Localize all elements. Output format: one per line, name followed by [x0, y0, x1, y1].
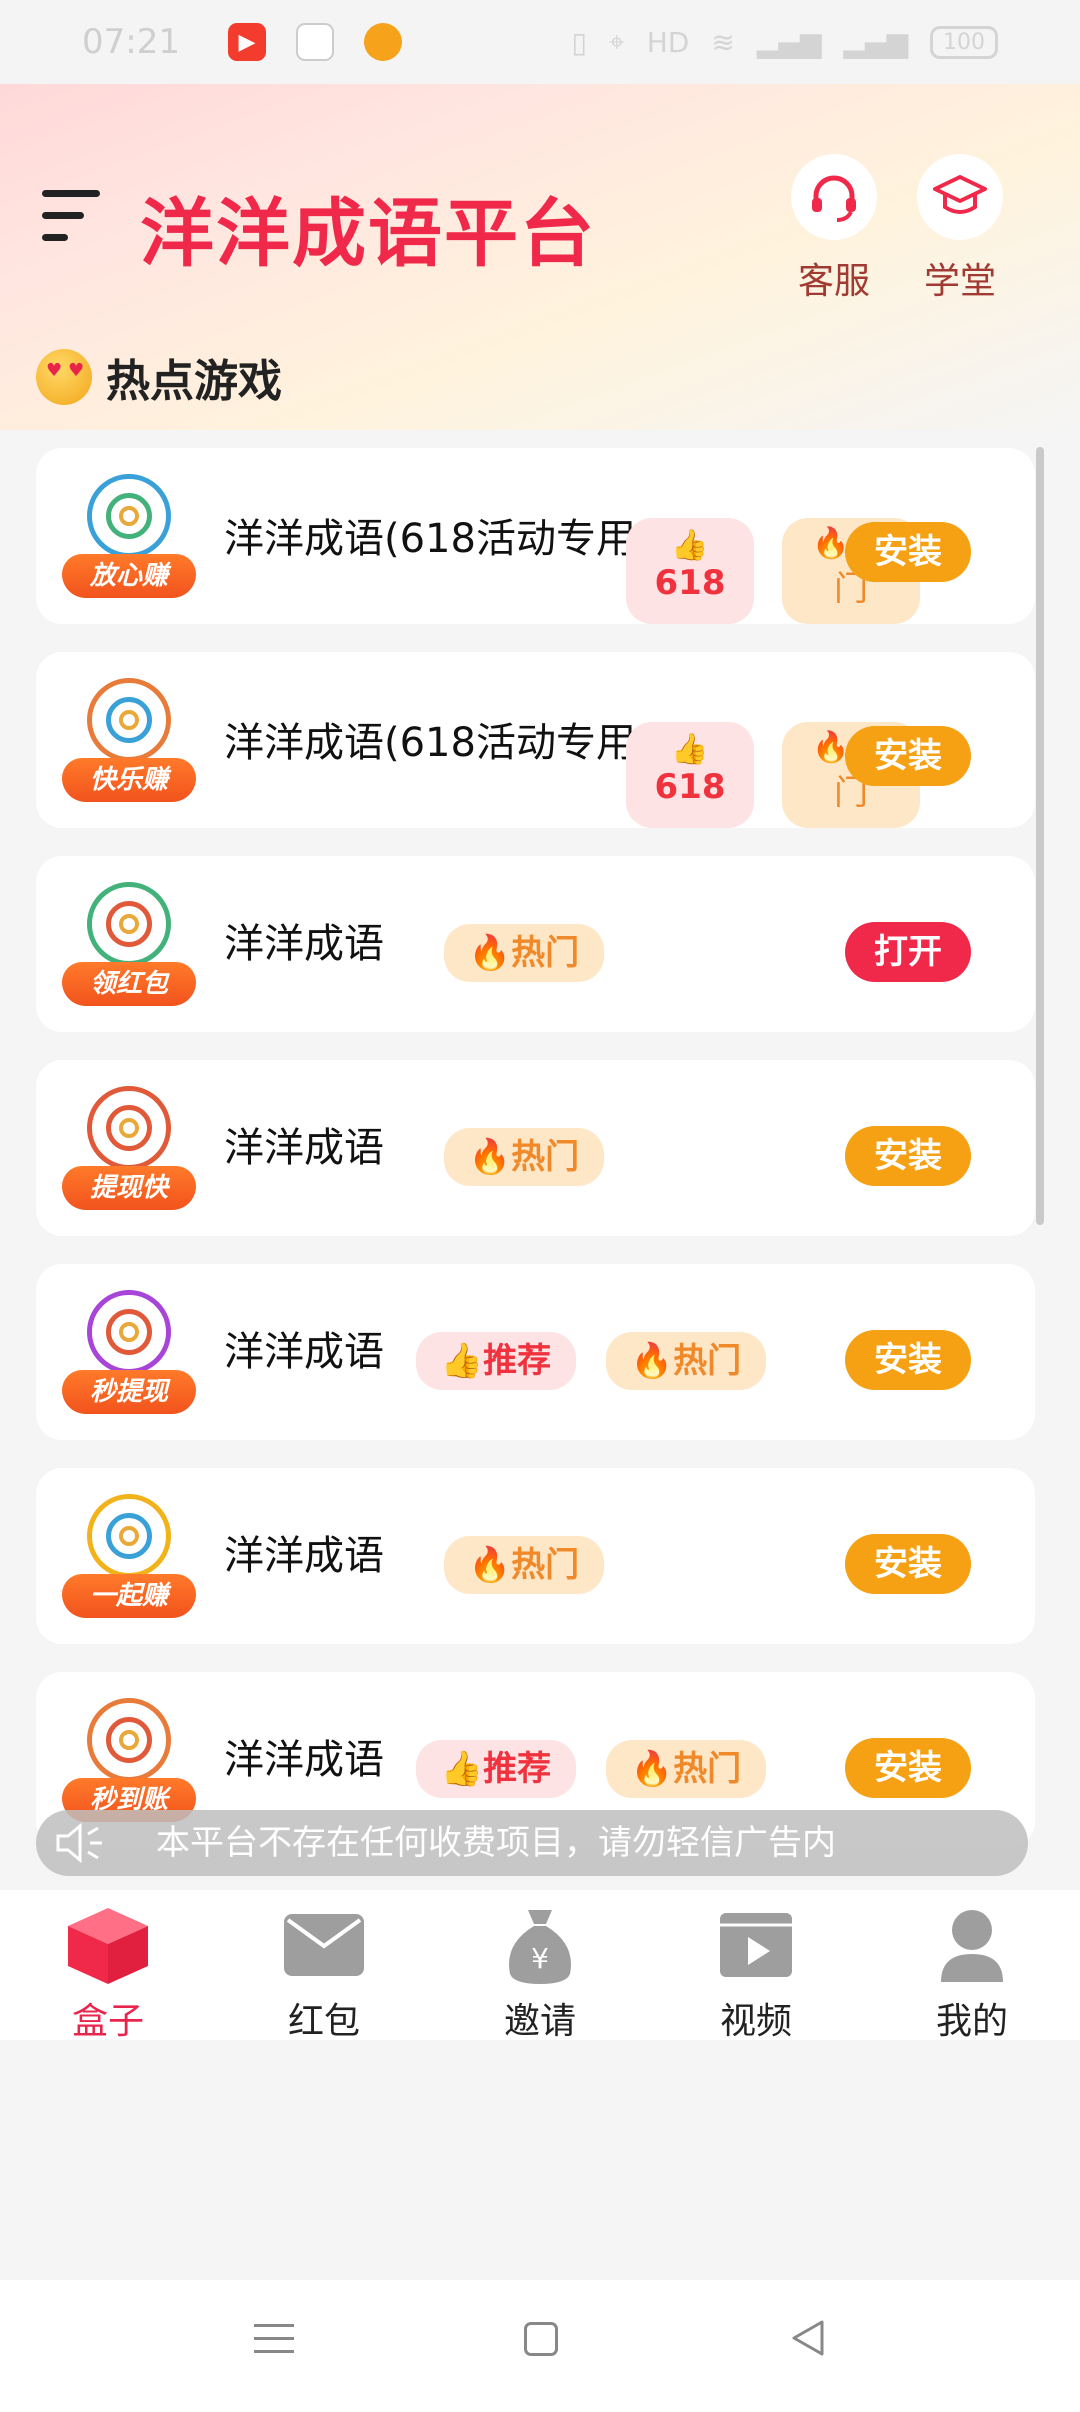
game-logo-tag: 秒提现 [62, 1370, 196, 1414]
fire-icon: 🔥 [630, 1341, 674, 1381]
hot-badge: 🔥热门 [606, 1332, 766, 1390]
game-logo: 快乐赚 [62, 678, 196, 812]
game-logo-tag: 放心赚 [62, 554, 196, 598]
fire-icon: 🔥 [468, 933, 512, 973]
tab-label: 红包 [287, 2001, 360, 2042]
vibrate-icon: ▯ [571, 25, 587, 59]
tab-mine[interactable]: 我的 [864, 1890, 1080, 2042]
install-button[interactable]: 安装 [845, 1534, 971, 1594]
app-title: 洋洋成语平台 [140, 191, 596, 277]
like-618-badge: 👍 618 [626, 722, 754, 828]
install-button[interactable]: 安装 [845, 522, 971, 582]
game-card[interactable]: 一起赚 洋洋成语 🔥热门 安装 [36, 1468, 1035, 1644]
list-scrollbar[interactable] [1036, 447, 1044, 1225]
system-nav-bar [0, 2280, 1080, 2412]
bottom-tab-bar: 盒子 红包 ¥ 邀请 视频 我的 [0, 1890, 1080, 2042]
game-logo: 一起赚 [62, 1494, 196, 1628]
home-square-icon[interactable] [524, 2322, 558, 2356]
notice-text: 本平台不存在任何收费项目，请勿轻信广告内 [156, 1823, 836, 1863]
game-card[interactable]: 提现快 洋洋成语 🔥热门 安装 [36, 1060, 1035, 1236]
top-bar: 洋洋成语平台 客服 学堂 [0, 140, 1080, 310]
game-name: 洋洋成语 [224, 1125, 384, 1171]
install-button[interactable]: 安装 [845, 726, 971, 786]
game-logo: 秒提现 [62, 1290, 196, 1424]
tab-red-packet[interactable]: 红包 [216, 1890, 432, 2042]
svg-text:¥: ¥ [531, 1942, 549, 1975]
tab-label: 邀请 [503, 2001, 576, 2042]
thumbs-up-icon: 👍 [671, 528, 709, 563]
status-time: 07:21 [82, 22, 180, 62]
game-name: 洋洋成语 [224, 1329, 384, 1375]
tab-box[interactable]: 盒子 [0, 1890, 216, 2042]
tab-label: 视频 [719, 2001, 792, 2042]
heart-eyes-emoji-icon: ♥ ♥ [36, 349, 92, 405]
hd-icon: HD [646, 25, 690, 59]
signal-icon: ▂▄▆ [756, 25, 822, 59]
customer-service-button[interactable]: 客服 [786, 154, 882, 304]
school-button[interactable]: 学堂 [912, 154, 1008, 304]
envelope-icon [280, 1904, 368, 1986]
school-label: 学堂 [923, 261, 996, 302]
game-logo-tag: 一起赚 [62, 1574, 196, 1618]
section-title: 热点游戏 [106, 356, 282, 407]
hot-badge: 🔥热门 [444, 924, 604, 982]
install-button[interactable]: 安装 [845, 1738, 971, 1798]
video-app-notification-icon: ▶ [227, 23, 266, 61]
wifi-icon: ≋ [711, 25, 735, 59]
notice-bar: 本平台不存在任何收费项目，请勿轻信广告内 [36, 1810, 1028, 1876]
game-logo: 领红包 [62, 882, 196, 1016]
menu-icon[interactable] [42, 190, 102, 242]
install-button[interactable]: 安装 [845, 1126, 971, 1186]
hot-badge: 🔥热门 [444, 1536, 604, 1594]
thumbs-up-icon: 👍 [440, 1749, 484, 1789]
headset-icon [791, 154, 877, 240]
battery-icon: 100 [930, 25, 998, 59]
fire-icon: 🔥 [468, 1545, 512, 1585]
hot-games-heading: ♥ ♥ 热点游戏 [36, 345, 282, 409]
video-icon [712, 1904, 800, 1986]
graduation-cap-icon [917, 154, 1003, 240]
recommend-badge: 👍推荐 [416, 1332, 576, 1390]
location-icon: ⌖ [608, 25, 625, 58]
game-name: 洋洋成语(618活动专用) [224, 516, 652, 562]
money-bag-icon: ¥ [496, 1904, 584, 1986]
game-name: 洋洋成语(618活动专用) [224, 720, 652, 766]
chengyu-app-notification-icon [295, 23, 334, 61]
game-logo: 放心赚 [62, 474, 196, 608]
user-icon [928, 1904, 1016, 1986]
game-name: 洋洋成语 [224, 921, 384, 967]
hot-badge: 🔥热门 [606, 1740, 766, 1798]
speaker-icon [52, 1818, 112, 1868]
open-button[interactable]: 打开 [845, 922, 971, 982]
install-button[interactable]: 安装 [845, 1330, 971, 1390]
fire-icon: 🔥 [468, 1137, 512, 1177]
game-logo: 提现快 [62, 1086, 196, 1220]
like-618-badge: 👍 618 [626, 518, 754, 624]
status-bar: 07:21 ▶ ▯ ⌖ HD ≋ ▂▄▆ ▂▄▆ 100 [0, 0, 1080, 84]
fire-icon: 🔥 [630, 1749, 674, 1789]
back-triangle-icon[interactable] [788, 2318, 828, 2358]
tab-video[interactable]: 视频 [648, 1890, 864, 2042]
customer-service-label: 客服 [797, 261, 870, 302]
game-logo-tag: 提现快 [62, 1166, 196, 1210]
recents-menu-icon[interactable] [254, 2318, 294, 2358]
recommend-badge: 👍推荐 [416, 1740, 576, 1798]
game-name: 洋洋成语 [224, 1533, 384, 1579]
tab-label: 我的 [935, 2001, 1008, 2042]
game-logo-tag: 领红包 [62, 962, 196, 1006]
mascot-app-notification-icon [363, 23, 402, 61]
tab-invite[interactable]: ¥ 邀请 [432, 1890, 648, 2042]
box-icon [64, 1904, 152, 1986]
thumbs-up-icon: 👍 [440, 1341, 484, 1381]
tab-label: 盒子 [71, 2001, 144, 2042]
hot-badge: 🔥热门 [444, 1128, 604, 1186]
game-logo-tag: 快乐赚 [62, 758, 196, 802]
game-name: 洋洋成语 [224, 1737, 384, 1783]
signal-icon: ▂▄▆ [843, 25, 908, 59]
game-card[interactable]: 放心赚 洋洋成语(618活动专用) 👍 618 🔥 门 安装 [36, 448, 1035, 624]
thumbs-up-icon: 👍 [671, 732, 709, 767]
game-card[interactable]: 领红包 洋洋成语 🔥热门 打开 [36, 856, 1035, 1032]
game-card[interactable]: 秒提现 洋洋成语 👍推荐 🔥热门 安装 [36, 1264, 1035, 1440]
game-card[interactable]: 快乐赚 洋洋成语(618活动专用) 👍 618 🔥 门 安装 [36, 652, 1035, 828]
